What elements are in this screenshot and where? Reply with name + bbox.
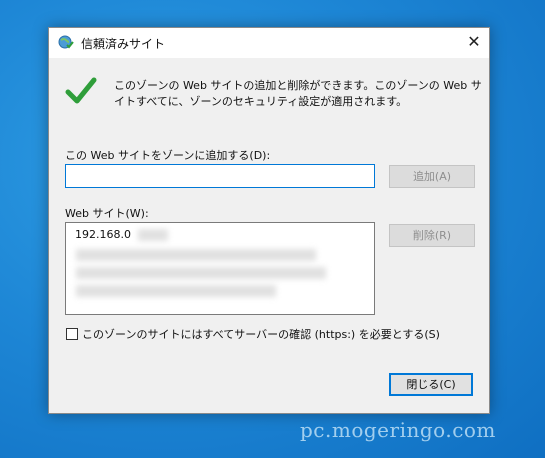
zone-description: このゾーンの Web サイトの追加と削除ができます。このゾーンの Web サイト… bbox=[114, 79, 482, 108]
https-checkbox-label[interactable]: このゾーンのサイトにはすべてサーバーの確認 (https:) を必要とする(S) bbox=[82, 326, 440, 342]
remove-button[interactable]: 削除(R) bbox=[389, 224, 475, 247]
close-button[interactable]: 閉じる(C) bbox=[389, 373, 473, 396]
https-checkbox[interactable] bbox=[66, 328, 78, 340]
close-icon[interactable]: ✕ bbox=[459, 28, 489, 58]
watermark: pc.mogeringo.com bbox=[300, 418, 496, 442]
trusted-sites-dialog: 信頼済みサイト ✕ このゾーンの Web サイトの追加と削除ができます。このゾー… bbox=[48, 27, 490, 414]
checkmark-icon bbox=[65, 77, 97, 104]
add-site-input[interactable] bbox=[65, 164, 375, 188]
redacted-blur bbox=[76, 285, 276, 297]
redacted-blur bbox=[76, 267, 326, 279]
sites-list[interactable]: 192.168.0 bbox=[65, 222, 375, 315]
globe-check-icon bbox=[58, 35, 74, 49]
dialog-title: 信頼済みサイト bbox=[81, 37, 166, 51]
redacted-blur bbox=[138, 229, 168, 241]
add-site-label: この Web サイトをゾーンに追加する(D): bbox=[65, 149, 271, 162]
redacted-blur bbox=[76, 249, 316, 261]
add-button[interactable]: 追加(A) bbox=[389, 165, 475, 188]
list-item[interactable]: 192.168.0 bbox=[75, 228, 131, 241]
sites-label: Web サイト(W): bbox=[65, 207, 149, 220]
title-bar: 信頼済みサイト ✕ bbox=[49, 28, 489, 58]
